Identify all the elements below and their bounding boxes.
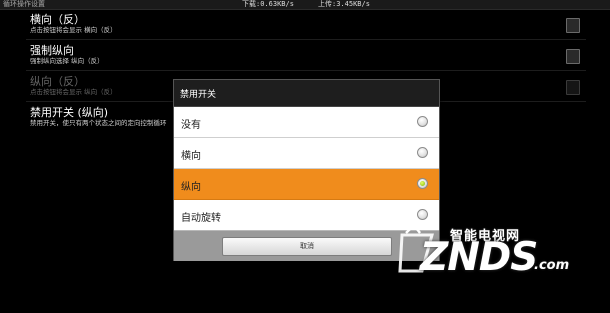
watermark-suffix: .com <box>534 258 570 273</box>
option-label: 纵向 <box>181 182 201 193</box>
upload-speed: 上传:3.45KB/s <box>318 0 370 8</box>
pref-title: 横向（反） <box>30 13 85 26</box>
option-portrait[interactable]: 纵向 <box>174 169 439 200</box>
status-bar: 循环操作设置 下载:0.63KB/s 上传:3.45KB/s <box>0 0 610 10</box>
pref-title: 强制纵向 <box>30 44 74 57</box>
option-label: 横向 <box>181 151 201 162</box>
znds-watermark: 智能电视网 ZNDS .com <box>398 221 598 283</box>
pref-summary: 强制纵向选择 纵向（反） <box>30 57 104 65</box>
option-landscape[interactable]: 横向 <box>174 138 439 169</box>
pref-landscape-reverse[interactable]: 横向（反） 点击按钮将会显示 横向（反） <box>30 13 590 35</box>
checkbox-landscape-reverse[interactable] <box>566 18 580 33</box>
checkbox-portrait-reverse <box>566 80 580 95</box>
divider <box>26 39 586 40</box>
checkbox-force-portrait[interactable] <box>566 49 580 64</box>
dialog-header: 禁用开关 <box>174 80 439 107</box>
radio-button-icon[interactable] <box>417 116 428 127</box>
watermark-brand: ZNDS <box>420 235 538 280</box>
radio-button-icon[interactable] <box>417 147 428 158</box>
option-none[interactable]: 没有 <box>174 107 439 138</box>
option-label: 自动旋转 <box>181 213 221 224</box>
download-speed: 下载:0.63KB/s <box>242 0 294 8</box>
radio-button-icon[interactable] <box>417 209 428 220</box>
pref-summary: 点击按钮将会显示 横向（反） <box>30 26 117 34</box>
divider <box>26 70 586 71</box>
pref-force-portrait[interactable]: 强制纵向 强制纵向选择 纵向（反） <box>30 44 590 66</box>
radio-button-checked-icon[interactable] <box>417 178 428 189</box>
dialog-title: 禁用开关 <box>180 90 217 100</box>
option-list: 没有 横向 纵向 自动旋转 <box>174 107 439 231</box>
app-title: 循环操作设置 <box>3 0 45 8</box>
option-label: 没有 <box>181 120 201 131</box>
cancel-button[interactable]: 取消 <box>222 237 392 256</box>
